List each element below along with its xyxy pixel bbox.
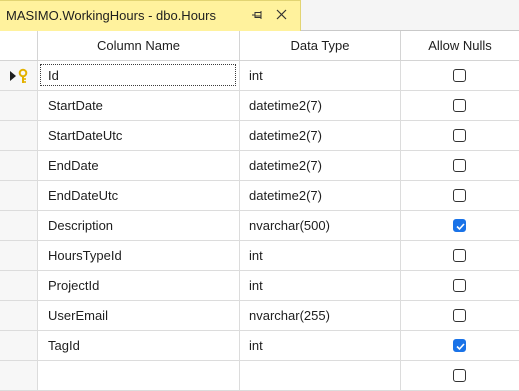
close-icon[interactable] <box>274 7 289 22</box>
table-row[interactable]: StartDate datetime2(7) <box>0 91 519 121</box>
table-row[interactable]: Description nvarchar(500) <box>0 211 519 241</box>
column-name-cell[interactable]: Description <box>38 211 240 241</box>
document-tab-strip: MASIMO.WorkingHours - dbo.Hours <box>0 0 519 31</box>
allow-nulls-checkbox[interactable] <box>453 69 466 82</box>
column-name-cell[interactable]: HoursTypeId <box>38 241 240 271</box>
data-type-header[interactable]: Data Type <box>240 31 401 61</box>
row-selector[interactable] <box>0 151 38 181</box>
allow-nulls-cell <box>401 181 519 211</box>
document-tab-hours[interactable]: MASIMO.WorkingHours - dbo.Hours <box>0 0 301 31</box>
table-row[interactable]: TagId int <box>0 331 519 361</box>
data-type-cell[interactable] <box>240 361 401 391</box>
allow-nulls-cell <box>401 121 519 151</box>
allow-nulls-checkbox[interactable] <box>453 339 466 352</box>
column-name-cell[interactable]: UserEmail <box>38 301 240 331</box>
pin-icon[interactable] <box>251 8 265 22</box>
table-row[interactable]: EndDateUtc datetime2(7) <box>0 181 519 211</box>
allow-nulls-checkbox[interactable] <box>453 219 466 232</box>
data-type-cell[interactable]: nvarchar(500) <box>240 211 401 241</box>
data-type-cell[interactable]: datetime2(7) <box>240 121 401 151</box>
table-row[interactable]: StartDateUtc datetime2(7) <box>0 121 519 151</box>
allow-nulls-header[interactable]: Allow Nulls <box>401 31 519 61</box>
row-selector[interactable] <box>0 301 38 331</box>
data-type-cell[interactable]: int <box>240 241 401 271</box>
allow-nulls-checkbox[interactable] <box>453 129 466 142</box>
column-name-cell[interactable]: Id <box>38 61 240 91</box>
column-name-cell[interactable]: EndDateUtc <box>38 181 240 211</box>
allow-nulls-checkbox[interactable] <box>453 309 466 322</box>
allow-nulls-cell <box>401 151 519 181</box>
table-row[interactable]: EndDate datetime2(7) <box>0 151 519 181</box>
table-row[interactable]: HoursTypeId int <box>0 241 519 271</box>
row-selector[interactable] <box>0 241 38 271</box>
allow-nulls-cell <box>401 301 519 331</box>
checkmark-icon <box>456 223 465 231</box>
row-selector[interactable] <box>0 361 38 391</box>
data-type-cell[interactable]: int <box>240 271 401 301</box>
focus-rectangle <box>40 64 236 86</box>
allow-nulls-checkbox[interactable] <box>453 279 466 292</box>
column-name-cell[interactable]: StartDate <box>38 91 240 121</box>
row-selector[interactable] <box>0 121 38 151</box>
data-type-cell[interactable]: int <box>240 61 401 91</box>
column-name-cell[interactable]: TagId <box>38 331 240 361</box>
row-selector-header <box>0 31 38 61</box>
allow-nulls-checkbox[interactable] <box>453 189 466 202</box>
allow-nulls-cell <box>401 241 519 271</box>
row-selector[interactable] <box>0 331 38 361</box>
table-row[interactable]: Id int <box>0 61 519 91</box>
allow-nulls-checkbox[interactable] <box>453 249 466 262</box>
table-row[interactable]: UserEmail nvarchar(255) <box>0 301 519 331</box>
allow-nulls-checkbox[interactable] <box>453 99 466 112</box>
column-name-cell[interactable]: ProjectId <box>38 271 240 301</box>
table-row[interactable] <box>0 361 519 391</box>
allow-nulls-checkbox[interactable] <box>453 369 466 382</box>
allow-nulls-checkbox[interactable] <box>453 159 466 172</box>
column-designer-grid: Column Name Data Type Allow Nulls Id int S… <box>0 31 519 391</box>
allow-nulls-cell <box>401 91 519 121</box>
column-name-cell[interactable]: EndDate <box>38 151 240 181</box>
row-selector[interactable] <box>0 181 38 211</box>
data-type-cell[interactable]: datetime2(7) <box>240 181 401 211</box>
checkmark-icon <box>456 343 465 351</box>
tab-title: MASIMO.WorkingHours - dbo.Hours <box>6 8 216 23</box>
allow-nulls-cell <box>401 361 519 391</box>
row-selector[interactable] <box>0 61 38 91</box>
data-type-cell[interactable]: datetime2(7) <box>240 91 401 121</box>
column-name-cell[interactable]: StartDateUtc <box>38 121 240 151</box>
primary-key-arrow-icon <box>10 68 28 83</box>
data-type-cell[interactable]: int <box>240 331 401 361</box>
row-selector[interactable] <box>0 271 38 301</box>
allow-nulls-cell <box>401 331 519 361</box>
column-name-cell[interactable] <box>38 361 240 391</box>
table-row[interactable]: ProjectId int <box>0 271 519 301</box>
data-type-cell[interactable]: nvarchar(255) <box>240 301 401 331</box>
allow-nulls-cell <box>401 211 519 241</box>
allow-nulls-cell <box>401 271 519 301</box>
allow-nulls-cell <box>401 61 519 91</box>
column-name-header[interactable]: Column Name <box>38 31 240 61</box>
row-selector[interactable] <box>0 211 38 241</box>
row-selector[interactable] <box>0 91 38 121</box>
data-type-cell[interactable]: datetime2(7) <box>240 151 401 181</box>
